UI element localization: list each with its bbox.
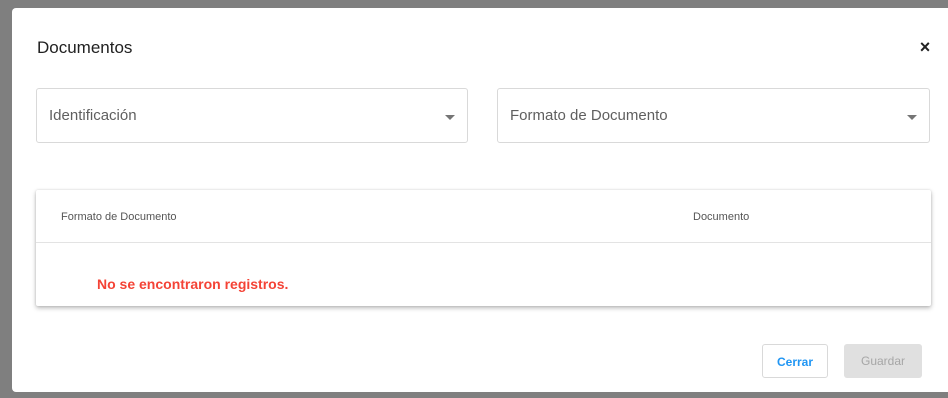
column-header-document[interactable]: Documento xyxy=(693,211,749,223)
dialog-title: Documentos xyxy=(37,38,133,57)
close-button[interactable]: Cerrar xyxy=(762,344,828,378)
documents-table: Formato de Documento Documento No se enc… xyxy=(36,190,931,306)
column-header-document-format[interactable]: Formato de Documento xyxy=(61,211,177,223)
chevron-down-icon xyxy=(445,115,455,120)
save-button[interactable]: Guardar xyxy=(844,344,922,378)
document-format-select[interactable]: Formato de Documento xyxy=(497,88,930,143)
identification-select[interactable]: Identificación xyxy=(36,88,468,143)
document-format-select-label: Formato de Documento xyxy=(510,107,668,124)
documents-dialog: Documentos × Identificación Formato de D… xyxy=(12,8,948,392)
table-header: Formato de Documento Documento xyxy=(36,190,931,243)
identification-select-label: Identificación xyxy=(49,107,137,124)
chevron-down-icon xyxy=(907,115,917,120)
close-icon[interactable]: × xyxy=(916,38,934,56)
empty-state-message: No se encontraron registros. xyxy=(97,276,289,292)
